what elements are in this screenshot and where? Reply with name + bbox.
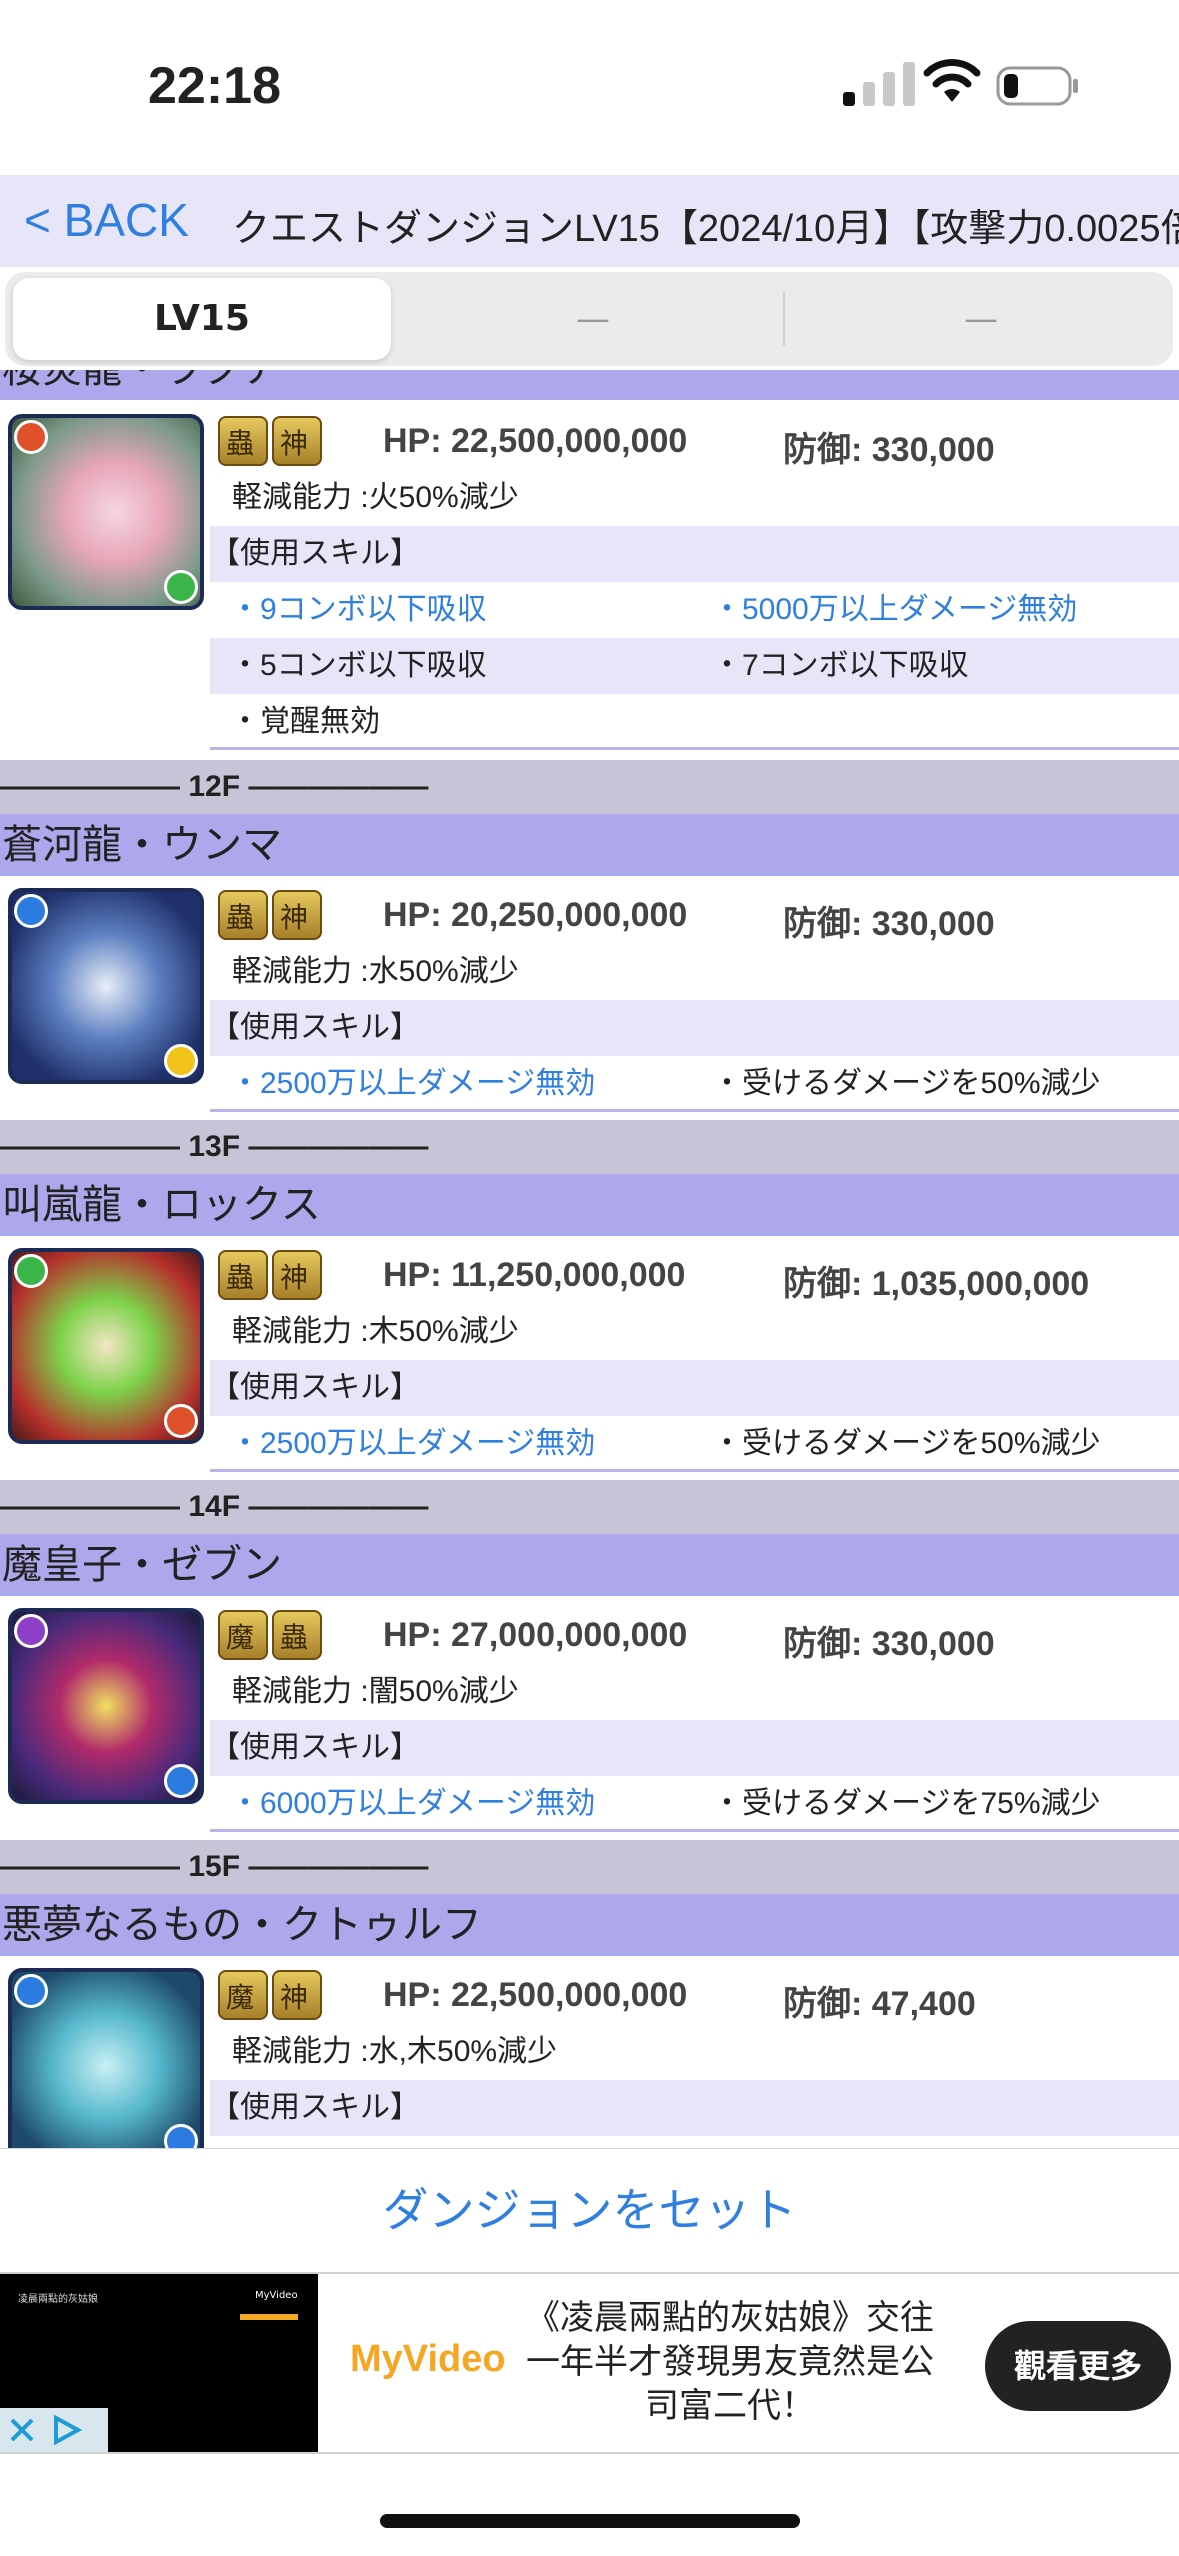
fire-attribute-icon (164, 1404, 198, 1438)
skill-item[interactable]: ・9コンボ以下吸収 (210, 582, 694, 638)
resist-row: 軽減能力 :闇50%減少 (210, 1664, 1179, 1720)
skill-header: 【使用スキル】 (210, 2080, 1179, 2136)
ad-logo: MyVideo (350, 2338, 506, 2380)
monster-avatar[interactable] (8, 1608, 204, 1804)
monster-name: 蒼河龍・ウンマ (0, 814, 1179, 876)
defense-value: 防御: 47,400 (783, 1985, 976, 2023)
segment-3[interactable]: — (791, 278, 1171, 360)
type-badge-icon: 蟲 (218, 1250, 268, 1300)
water-attribute-icon (164, 2124, 198, 2148)
ad-image[interactable]: 凌晨兩點的灰姑娘 MyVideo (0, 2274, 318, 2452)
skill-header: 【使用スキル】 (210, 1720, 1179, 1776)
wood-attribute-icon (14, 1254, 48, 1288)
segment-2[interactable]: — (403, 278, 783, 360)
cellular-signal-icon (843, 62, 915, 106)
water-attribute-icon (14, 1974, 48, 2008)
set-dungeon-button[interactable]: ダンジョンをセット (0, 2148, 1179, 2270)
hp-value: HP: 22,500,000,000 (383, 1976, 688, 2014)
resist-row: 軽減能力 :火50%減少 (210, 470, 1179, 526)
type-badge-icon: 蟲 (218, 890, 268, 940)
monster-name: 叫嵐龍・ロックス (0, 1174, 1179, 1236)
skill-item: ・覚醒無効 (210, 694, 1179, 750)
type-badge-icon: 蟲 (272, 1610, 322, 1660)
monster-avatar[interactable] (8, 1968, 204, 2148)
skill-item[interactable]: ・2500万以上ダメージ無効 (210, 1416, 694, 1472)
skill-header: 【使用スキル】 (210, 1360, 1179, 1416)
defense-value: 防御: 330,000 (783, 1625, 995, 1663)
skill-item: ・受けるダメージを75%減少 (694, 1776, 1179, 1832)
adchoices-icon[interactable] (44, 2408, 88, 2452)
skill-header: 【使用スキル】 (210, 1000, 1179, 1056)
monster-name: 桜炎龍・ラクアー (0, 370, 1179, 400)
hp-value: HP: 11,250,000,000 (383, 1256, 686, 1294)
type-badge-icon: 神 (272, 890, 322, 940)
water-attribute-icon (164, 1764, 198, 1798)
hp-value: HP: 20,250,000,000 (383, 896, 688, 934)
type-badge-icon: 神 (272, 1970, 322, 2020)
skill-header: 【使用スキル】 (210, 526, 1179, 582)
hp-value: HP: 27,000,000,000 (383, 1616, 688, 1654)
ad-image-brand: MyVideo (255, 2290, 298, 2301)
page-title: クエストダンジョンLV15【2024/10月】【攻撃力0.0025倍】 (232, 208, 1179, 250)
skill-item[interactable]: ・6000万以上ダメージ無効 (210, 1776, 694, 1832)
skill-item[interactable]: ・5000万以上ダメージ無効 (694, 582, 1179, 638)
resist-row: 軽減能力 :水50%減少 (210, 944, 1179, 1000)
floor-divider: ―――――― 13F ―――――― (0, 1120, 1179, 1174)
resist-row: 軽減能力 :水,木50%減少 (210, 2024, 1179, 2080)
type-badge-icon: 魔 (218, 1970, 268, 2020)
battery-icon (996, 66, 1078, 106)
ad-image-caption: 凌晨兩點的灰姑娘 (18, 2294, 98, 2305)
skill-item[interactable]: ・2500万以上ダメージ無効 (210, 1056, 694, 1112)
monster-avatar[interactable] (8, 414, 204, 610)
skill-item: ・受けるダメージを50%減少 (694, 1056, 1179, 1112)
floor-divider: ―――――― 12F ―――――― (0, 760, 1179, 814)
monster-avatar[interactable] (8, 888, 204, 1084)
floor-divider: ―――――― 15F ―――――― (0, 1840, 1179, 1894)
home-indicator[interactable] (380, 2514, 800, 2528)
monster-name: 魔皇子・ゼブン (0, 1534, 1179, 1596)
type-badge-icon: 魔 (218, 1610, 268, 1660)
segment-divider (783, 292, 785, 346)
level-segmented-control: LV15 — — (5, 272, 1173, 366)
defense-value: 防御: 330,000 (783, 431, 995, 469)
wifi-icon (923, 59, 981, 102)
hp-value: HP: 22,500,000,000 (383, 422, 688, 460)
resist-row: 軽減能力 :木50%減少 (210, 1304, 1179, 1360)
back-button[interactable]: < BACK (24, 193, 189, 247)
ad-cta-button[interactable]: 觀看更多 (985, 2321, 1171, 2411)
skill-item: ・7コンボ以下吸収 (694, 638, 1179, 694)
water-attribute-icon (14, 894, 48, 928)
dark-attribute-icon (14, 1614, 48, 1648)
defense-value: 防御: 330,000 (783, 905, 995, 943)
monster-list[interactable]: 桜炎龍・ラクアー 蟲 神 HP: 22,500,000,000 防御: 330,… (0, 370, 1179, 2148)
ad-text: 《凌晨兩點的灰姑娘》交往一年半才發現男友竟然是公司富二代！ (526, 2298, 934, 2426)
defense-value: 防御: 1,035,000,000 (783, 1265, 1090, 1303)
monster-avatar[interactable] (8, 1248, 204, 1444)
skill-item: ・5コンボ以下吸収 (210, 638, 694, 694)
skill-item: ・受けるダメージを50%減少 (694, 1416, 1179, 1472)
status-time: 22:18 (148, 57, 281, 115)
wood-attribute-icon (164, 570, 198, 604)
monster-name: 悪夢なるもの・クトゥルフ (0, 1894, 1179, 1956)
close-ad-icon[interactable] (0, 2408, 44, 2452)
fire-attribute-icon (14, 420, 48, 454)
type-badge-icon: 神 (272, 1250, 322, 1300)
floor-divider: ―――――― 14F ―――――― (0, 1480, 1179, 1534)
navigation-bar: < BACK クエストダンジョンLV15【2024/10月】【攻撃力0.0025… (0, 175, 1179, 267)
status-bar: 22:18 (0, 0, 1179, 175)
ad-banner[interactable]: 凌晨兩點的灰姑娘 MyVideo MyVideo 《凌晨兩點的灰姑娘》交往一年半… (0, 2272, 1179, 2454)
segment-lv15[interactable]: LV15 (13, 278, 391, 360)
light-attribute-icon (164, 1044, 198, 1078)
ad-choices[interactable] (0, 2408, 108, 2452)
ad-image-stripe (240, 2314, 298, 2320)
